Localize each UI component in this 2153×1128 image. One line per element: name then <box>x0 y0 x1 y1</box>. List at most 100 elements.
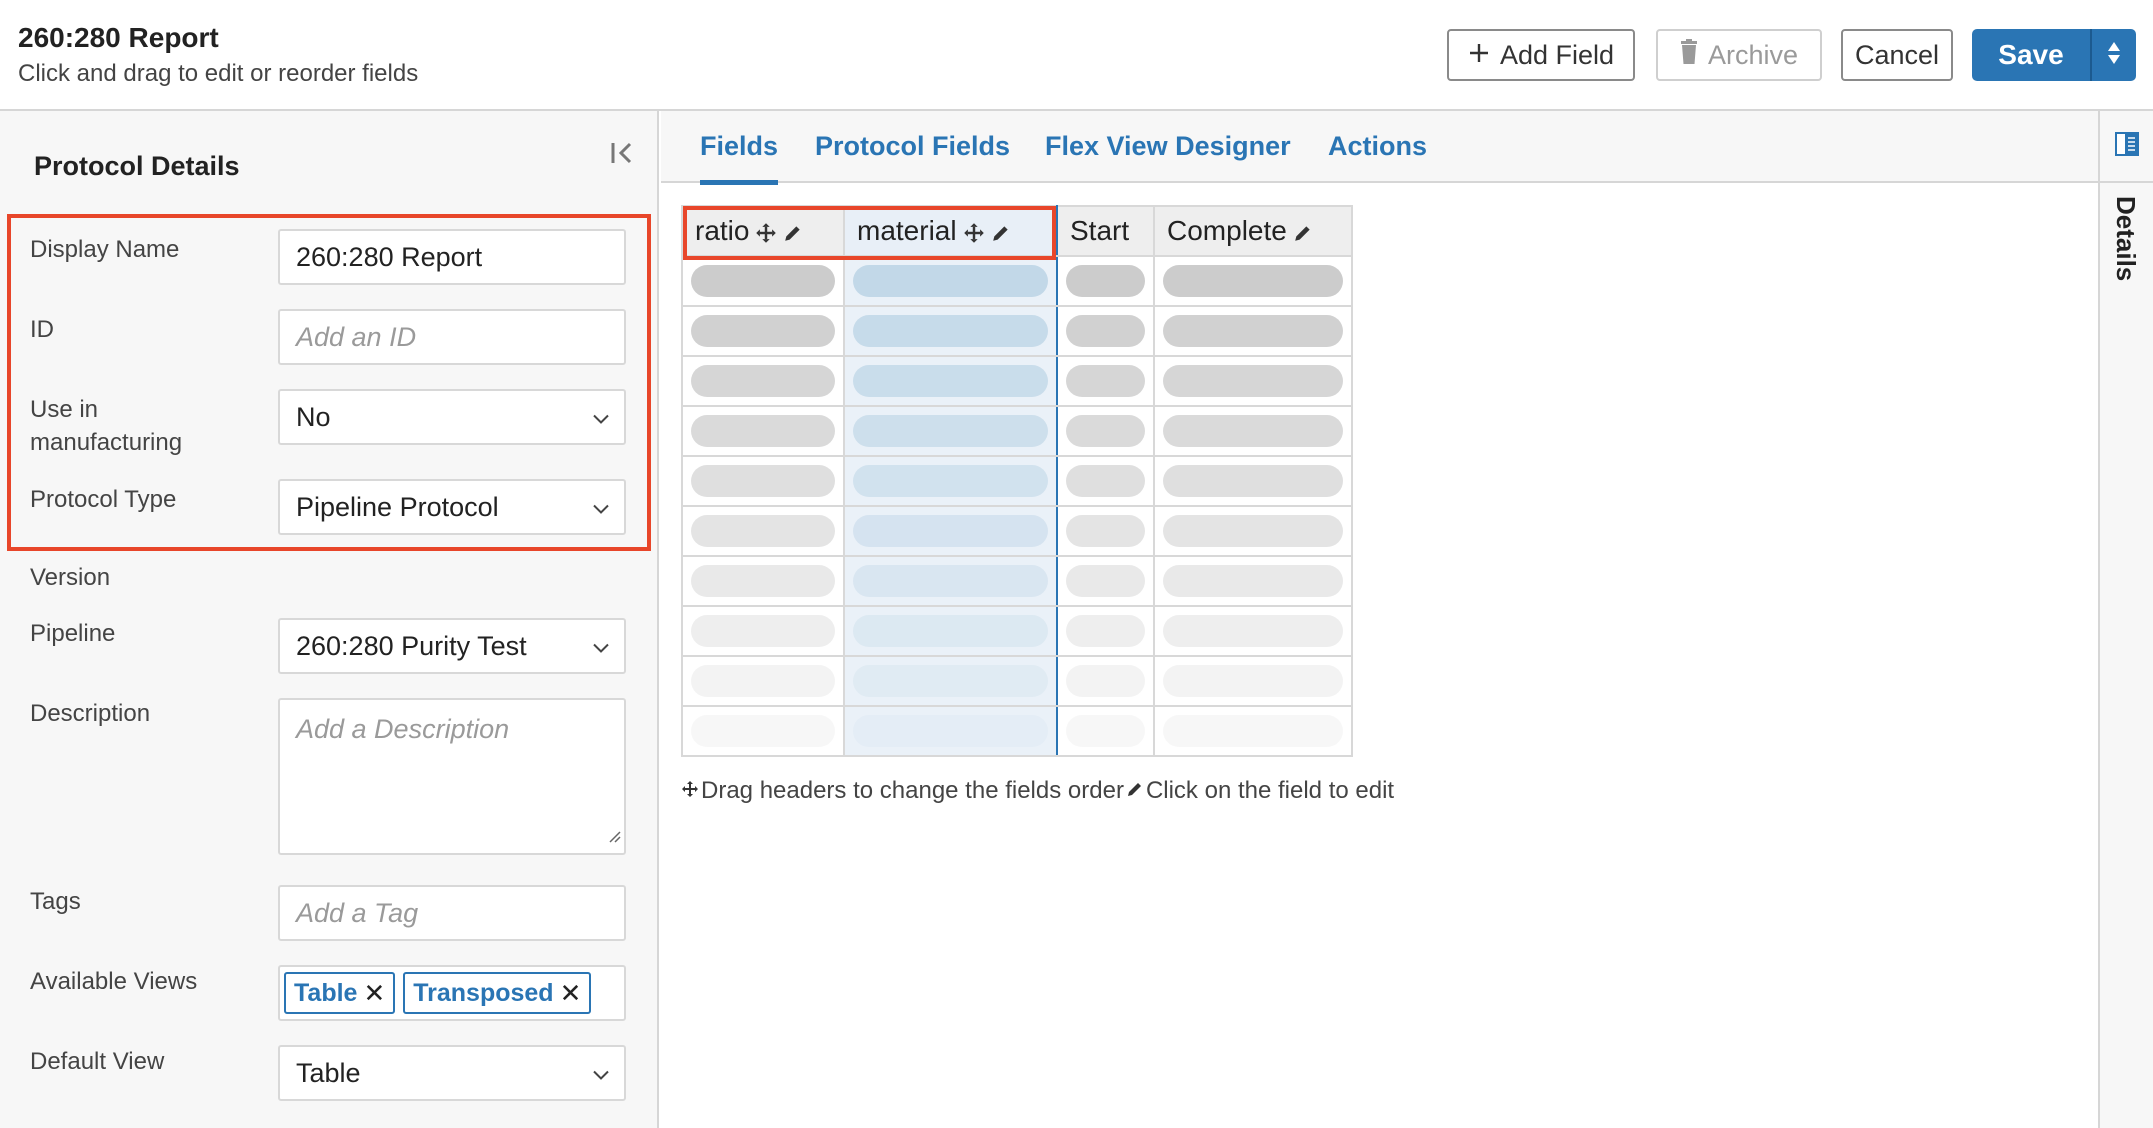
placeholder-cell <box>843 705 1058 757</box>
skeleton-placeholder <box>691 365 835 397</box>
use-in-manufacturing-select[interactable]: No <box>278 389 626 445</box>
protocol-type-label: Protocol Type <box>30 486 177 513</box>
placeholder-cell <box>1153 355 1353 407</box>
protocol-type-select[interactable]: Pipeline Protocol <box>278 479 626 535</box>
placeholder-cell <box>681 405 845 457</box>
placeholder-cell <box>843 605 1058 657</box>
skeleton-placeholder <box>1066 315 1145 347</box>
skeleton-placeholder <box>691 315 835 347</box>
placeholder-cell <box>1153 505 1353 557</box>
chevron-down-icon <box>592 492 610 523</box>
details-label[interactable]: Details <box>2110 196 2141 281</box>
placeholder-cell <box>843 405 1058 457</box>
column-header-ratio[interactable]: ratio <box>681 205 845 257</box>
column-header-complete[interactable]: Complete <box>1153 205 1353 257</box>
protocol-details-panel: Protocol Details Display Name 260:280 Re… <box>0 111 659 1128</box>
available-views-label: Available Views <box>30 968 198 995</box>
display-name-label: Display Name <box>30 236 180 263</box>
skeleton-placeholder <box>853 365 1048 397</box>
move-icon[interactable] <box>963 222 985 244</box>
default-view-label: Default View <box>30 1048 165 1075</box>
skeleton-placeholder <box>853 265 1048 297</box>
pencil-icon[interactable] <box>991 223 1011 243</box>
main-content: Fields Protocol Fields Flex View Designe… <box>661 111 2098 1128</box>
skeleton-placeholder <box>1163 265 1343 297</box>
version-label: Version <box>30 564 111 591</box>
remove-chip-icon[interactable]: ✕ <box>560 978 582 1009</box>
display-name-field[interactable]: 260:280 Report <box>278 229 626 285</box>
placeholder-cell <box>681 255 845 307</box>
placeholder-cell <box>1153 705 1353 757</box>
skeleton-placeholder <box>853 315 1048 347</box>
skeleton-placeholder <box>691 615 835 647</box>
save-options-button[interactable] <box>2092 29 2136 81</box>
placeholder-cell <box>843 305 1058 357</box>
remove-chip-icon[interactable]: ✕ <box>363 978 385 1009</box>
column-header-label: Start <box>1070 215 1130 246</box>
skeleton-placeholder <box>1066 465 1145 497</box>
pencil-icon[interactable] <box>1293 223 1313 243</box>
pipeline-select[interactable]: 260:280 Purity Test <box>278 618 626 674</box>
table-row <box>681 555 1353 607</box>
placeholder-cell <box>681 555 845 607</box>
placeholder-cell <box>1153 605 1353 657</box>
skeleton-placeholder <box>853 615 1048 647</box>
pipeline-label: Pipeline <box>30 620 116 647</box>
skeleton-placeholder <box>1066 515 1145 547</box>
placeholder-cell <box>843 355 1058 407</box>
collapse-panel-button[interactable] <box>608 137 638 173</box>
tab-protocol-fields[interactable]: Protocol Fields <box>815 131 1010 183</box>
column-header-start[interactable]: Start <box>1056 205 1155 257</box>
tab-actions[interactable]: Actions <box>1328 131 1427 183</box>
table-row <box>681 305 1353 357</box>
add-field-button[interactable]: Add Field <box>1447 29 1635 81</box>
skeleton-placeholder <box>1163 515 1343 547</box>
save-button[interactable]: Save <box>1972 29 2092 81</box>
move-icon[interactable] <box>755 222 777 244</box>
description-label: Description <box>30 700 151 727</box>
plus-icon <box>1468 40 1490 71</box>
placeholder-cell <box>843 505 1058 557</box>
table-row <box>681 455 1353 507</box>
available-views-input[interactable]: Table ✕ Transposed ✕ <box>278 965 626 1021</box>
placeholder-cell <box>1056 505 1155 557</box>
tags-input[interactable]: Add a Tag <box>278 885 626 941</box>
trash-icon <box>1680 38 1698 72</box>
id-field[interactable]: Add an ID <box>278 309 626 365</box>
skeleton-placeholder <box>691 265 835 297</box>
archive-button[interactable]: Archive <box>1656 29 1822 81</box>
skeleton-placeholder <box>1163 365 1343 397</box>
id-label: ID <box>30 316 54 343</box>
tab-bar: Fields Protocol Fields Flex View Designe… <box>661 111 2098 185</box>
table-row <box>681 405 1353 457</box>
use-in-manufacturing-value: No <box>296 401 331 432</box>
archive-label: Archive <box>1707 39 1799 70</box>
cancel-button[interactable]: Cancel <box>1841 29 1953 81</box>
placeholder-cell <box>681 505 845 557</box>
skeleton-placeholder <box>1163 465 1343 497</box>
table-row <box>681 655 1353 707</box>
placeholder-cell <box>843 455 1058 507</box>
skeleton-placeholder <box>853 565 1048 597</box>
column-header-material[interactable]: material <box>843 205 1058 257</box>
placeholder-cell <box>843 655 1058 707</box>
placeholder-cell <box>681 355 845 407</box>
skeleton-placeholder <box>691 465 835 497</box>
skeleton-placeholder <box>1163 315 1343 347</box>
placeholder-cell <box>1056 455 1155 507</box>
resize-handle-icon[interactable] <box>607 819 621 850</box>
toggle-details-button[interactable] <box>2100 111 2153 183</box>
placeholder-cell <box>1056 305 1155 357</box>
skeleton-placeholder <box>853 715 1048 747</box>
collapse-left-icon <box>610 140 636 171</box>
tab-fields[interactable]: Fields <box>700 131 779 185</box>
placeholder-cell <box>843 555 1058 607</box>
skeleton-placeholder <box>1163 415 1343 447</box>
page-title: 260:280 Report <box>18 22 219 53</box>
placeholder-cell <box>1153 255 1353 307</box>
tab-flex-view-designer[interactable]: Flex View Designer <box>1045 131 1291 183</box>
pencil-icon[interactable] <box>783 223 803 243</box>
placeholder-cell <box>1153 305 1353 357</box>
description-textarea[interactable]: Add a Description <box>278 698 626 855</box>
default-view-select[interactable]: Table <box>278 1045 626 1101</box>
